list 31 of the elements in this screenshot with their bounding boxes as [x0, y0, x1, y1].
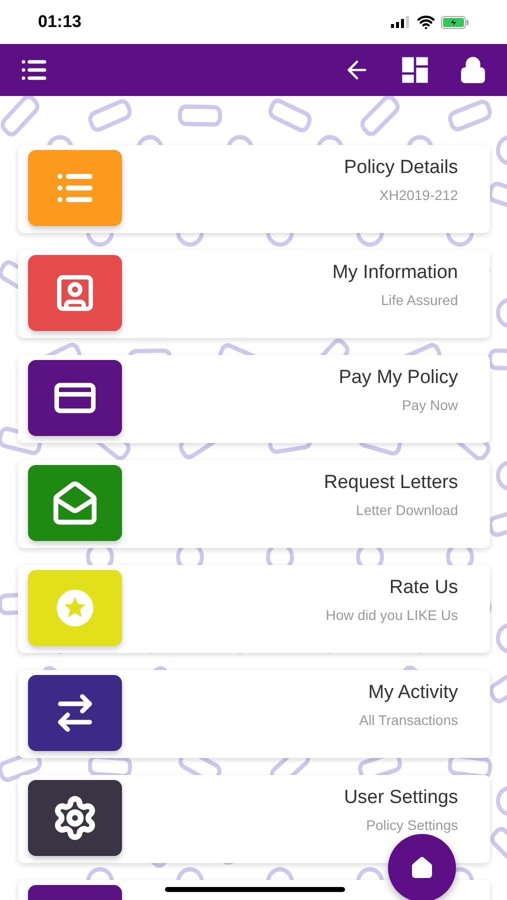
contact-card-icon [54, 272, 96, 314]
card-title: My Activity [368, 681, 458, 705]
card-title: User Settings [344, 786, 458, 810]
card-title: Policy Details [344, 156, 458, 180]
card-subtitle: Letter Download [356, 500, 458, 520]
card-subtitle: Pay Now [402, 396, 458, 415]
card-title: Pay My Policy [338, 366, 458, 390]
menu-card[interactable]: User Settings Policy Settings [18, 775, 490, 863]
home-icon [410, 856, 434, 880]
card-title: Request Letters [324, 471, 458, 495]
envelope-icon [52, 480, 98, 526]
menu-card[interactable]: Request Letters Letter Download [18, 460, 490, 548]
settings-icon [52, 795, 98, 841]
menu-card[interactable]: My Activity All Transactions [18, 670, 490, 758]
battery-icon [441, 16, 469, 28]
lock-button[interactable] [459, 56, 487, 84]
signal-icon [391, 16, 411, 28]
card-title: Rate Us [389, 576, 458, 600]
card-subtitle: Life Assured [380, 290, 458, 310]
card-subtitle: Policy Settings [366, 816, 458, 835]
menu-card[interactable]: Pay My Policy Pay Now [18, 355, 490, 443]
card-subtitle: All Transactions [359, 710, 458, 730]
menu-card[interactable]: Policy Details XH2019-212 [18, 145, 490, 233]
card-subtitle: How did you LIKE Us [326, 606, 458, 625]
menu-card[interactable]: Rate Us How did you LIKE Us [18, 565, 490, 653]
status-time: 01:13 [38, 11, 82, 34]
dashboard-button[interactable] [401, 56, 429, 84]
card-title: My Information [332, 261, 458, 285]
menu-card[interactable]: My Information Life Assured [18, 250, 490, 338]
card-subtitle: XH2019-212 [379, 186, 458, 204]
wifi-icon [417, 13, 435, 31]
